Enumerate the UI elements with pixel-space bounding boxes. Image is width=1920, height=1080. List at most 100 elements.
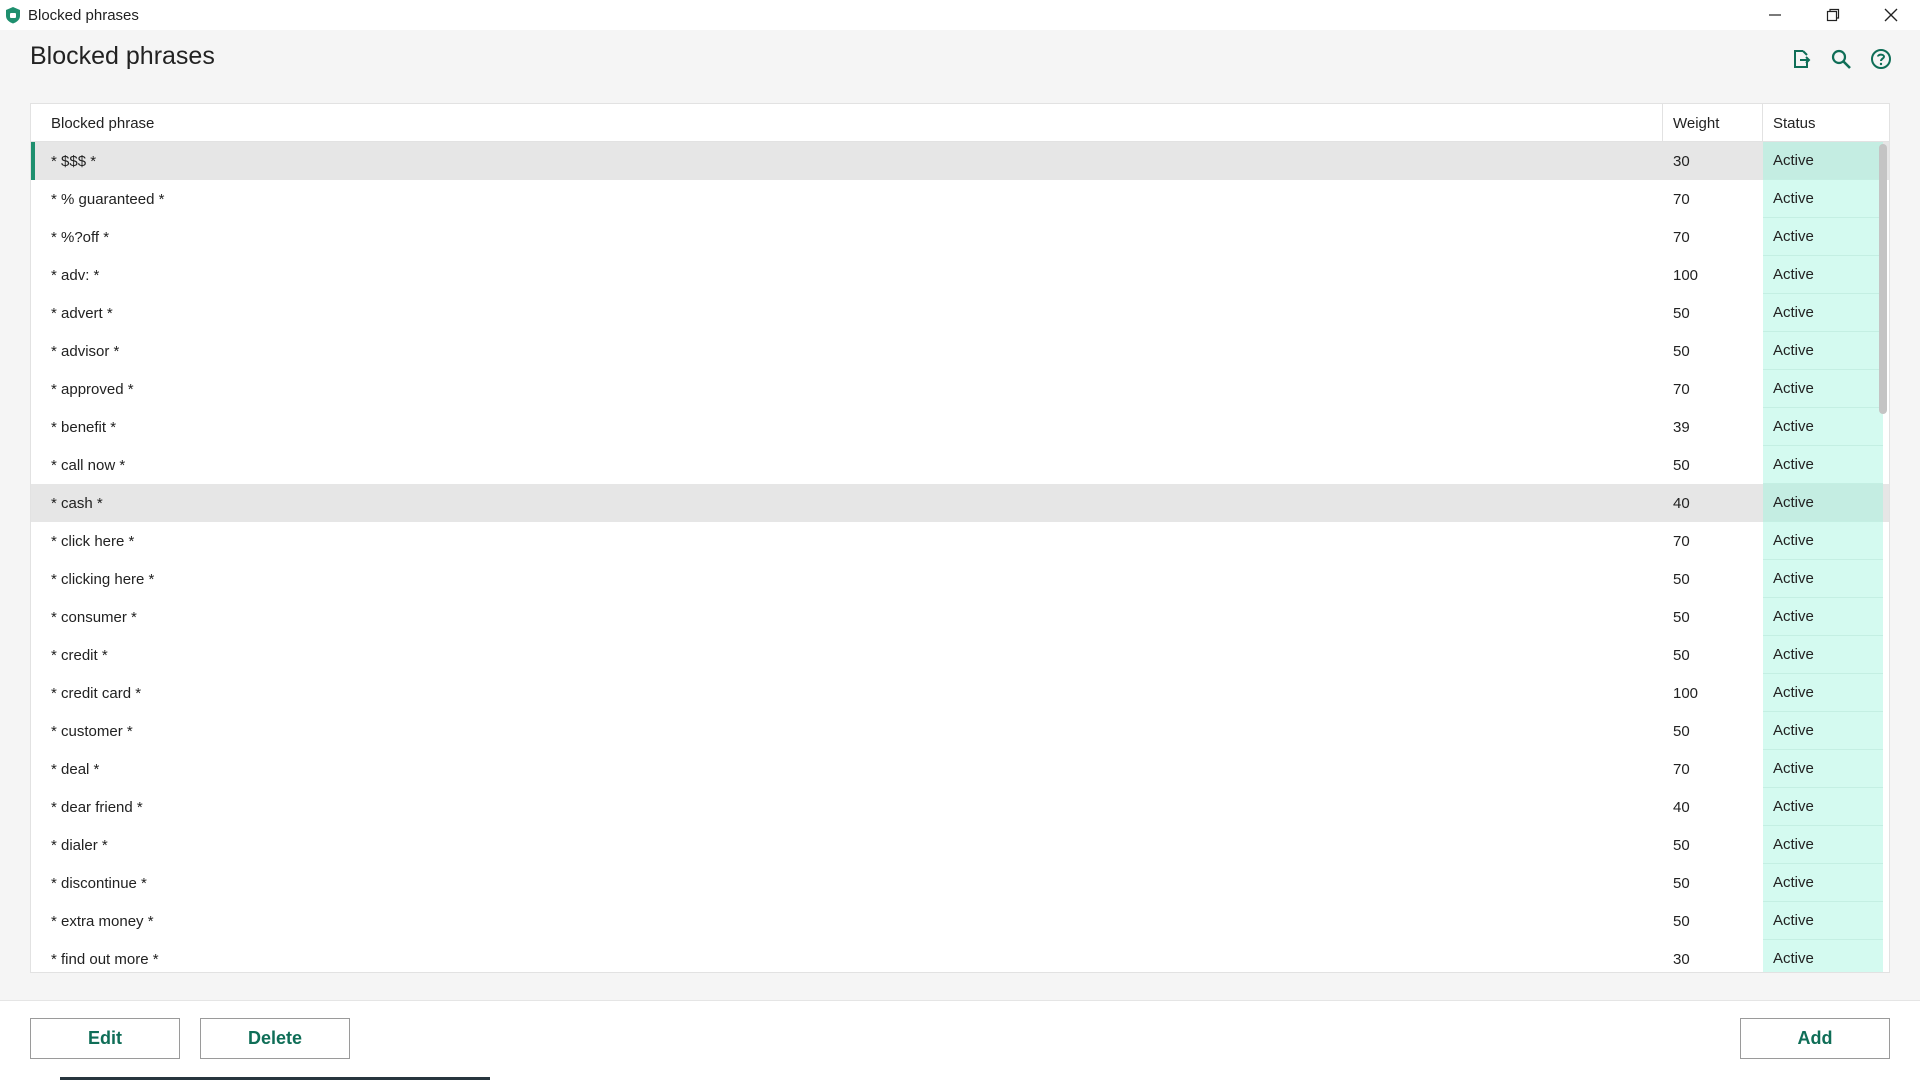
table-row[interactable]: * consumer * 50 Active [31, 598, 1889, 636]
page-title: Blocked phrases [30, 42, 215, 70]
search-icon [1831, 49, 1851, 69]
search-button[interactable] [1828, 46, 1854, 72]
cell-status: Active [1763, 484, 1883, 522]
cell-status: Active [1763, 712, 1883, 750]
cell-status: Active [1763, 788, 1883, 826]
cell-status: Active [1763, 598, 1883, 636]
window-title: Blocked phrases [28, 6, 139, 24]
cell-status: Active [1763, 142, 1883, 180]
cell-weight: 50 [1673, 722, 1690, 740]
vertical-scrollbar[interactable] [1879, 144, 1887, 414]
cell-phrase: * % guaranteed * [51, 190, 165, 208]
shield-icon [4, 5, 22, 25]
help-button[interactable] [1868, 46, 1894, 72]
cell-status: Active [1763, 180, 1883, 218]
cell-weight: 50 [1673, 836, 1690, 854]
table-row[interactable]: * deal * 70 Active [31, 750, 1889, 788]
cell-status: Active [1763, 446, 1883, 484]
table-row[interactable]: * advert * 50 Active [31, 294, 1889, 332]
cell-phrase: * credit * [51, 646, 108, 664]
title-bar: Blocked phrases [0, 0, 1920, 30]
cell-weight: 30 [1673, 950, 1690, 968]
table-row[interactable]: * call now * 50 Active [31, 446, 1889, 484]
cell-phrase: * advert * [51, 304, 113, 322]
cell-weight: 39 [1673, 418, 1690, 436]
footer-divider [0, 1000, 1920, 1001]
cell-weight: 70 [1673, 532, 1690, 550]
cell-status: Active [1763, 940, 1883, 972]
export-icon [1794, 50, 1811, 68]
cell-weight: 70 [1673, 380, 1690, 398]
table-row[interactable]: * credit card * 100 Active [31, 674, 1889, 712]
cell-weight: 50 [1673, 646, 1690, 664]
cell-phrase: * clicking here * [51, 570, 155, 588]
table-row[interactable]: * %?off * 70 Active [31, 218, 1889, 256]
cell-phrase: * deal * [51, 760, 100, 778]
cell-status: Active [1763, 218, 1883, 256]
cell-phrase: * cash * [51, 494, 103, 512]
delete-button[interactable]: Delete [200, 1018, 350, 1059]
cell-status: Active [1763, 294, 1883, 332]
cell-phrase: * dear friend * [51, 798, 143, 816]
table-row[interactable]: * find out more * 30 Active [31, 940, 1889, 972]
cell-weight: 70 [1673, 190, 1690, 208]
cell-weight: 50 [1673, 342, 1690, 360]
cell-weight: 50 [1673, 570, 1690, 588]
cell-phrase: * %?off * [51, 228, 110, 246]
column-header-weight[interactable]: Weight [1663, 104, 1763, 142]
cell-phrase: * advisor * [51, 342, 120, 360]
minimize-button[interactable] [1746, 0, 1804, 30]
cell-status: Active [1763, 560, 1883, 598]
table-body: * $$$ * 30 Active * % guaranteed * 70 Active *… [31, 142, 1889, 972]
table-row[interactable]: * cash * 40 Active [31, 484, 1889, 522]
cell-phrase: * find out more * [51, 950, 159, 968]
cell-weight: 30 [1673, 152, 1690, 170]
cell-phrase: * discontinue * [51, 874, 147, 892]
table-row[interactable]: * dialer * 50 Active [31, 826, 1889, 864]
export-button[interactable] [1788, 46, 1814, 72]
cell-phrase: * benefit * [51, 418, 117, 436]
cell-status: Active [1763, 256, 1883, 294]
edit-button[interactable]: Edit [30, 1018, 180, 1059]
cell-status: Active [1763, 674, 1883, 712]
table-row[interactable]: * adv: * 100 Active [31, 256, 1889, 294]
help-icon [1871, 49, 1891, 69]
cell-weight: 50 [1673, 304, 1690, 322]
cell-weight: 40 [1673, 494, 1690, 512]
cell-status: Active [1763, 864, 1883, 902]
add-button[interactable]: Add [1740, 1018, 1890, 1059]
table-row[interactable]: * % guaranteed * 70 Active [31, 180, 1889, 218]
cell-phrase: * customer * [51, 722, 133, 740]
table-row[interactable]: * extra money * 50 Active [31, 902, 1889, 940]
table-row[interactable]: * discontinue * 50 Active [31, 864, 1889, 902]
cell-weight: 50 [1673, 874, 1690, 892]
cell-status: Active [1763, 636, 1883, 674]
table-row[interactable]: * advisor * 50 Active [31, 332, 1889, 370]
table-row[interactable]: * clicking here * 50 Active [31, 560, 1889, 598]
cell-status: Active [1763, 370, 1883, 408]
close-button[interactable] [1862, 0, 1920, 30]
cell-phrase: * dialer * [51, 836, 108, 854]
minimize-icon [1769, 14, 1781, 16]
cell-status: Active [1763, 750, 1883, 788]
table-row[interactable]: * dear friend * 40 Active [31, 788, 1889, 826]
cell-weight: 50 [1673, 608, 1690, 626]
table-row[interactable]: * approved * 70 Active [31, 370, 1889, 408]
table-row[interactable]: * credit * 50 Active [31, 636, 1889, 674]
cell-status: Active [1763, 408, 1883, 446]
column-header-status[interactable]: Status [1763, 104, 1883, 142]
cell-phrase: * consumer * [51, 608, 137, 626]
table-row[interactable]: * click here * 70 Active [31, 522, 1889, 560]
cell-weight: 70 [1673, 228, 1690, 246]
table-row[interactable]: * benefit * 39 Active [31, 408, 1889, 446]
table-row[interactable]: * customer * 50 Active [31, 712, 1889, 750]
cell-status: Active [1763, 522, 1883, 560]
cell-weight: 50 [1673, 912, 1690, 930]
cell-phrase: * extra money * [51, 912, 154, 930]
restore-button[interactable] [1804, 0, 1862, 30]
cell-weight: 100 [1673, 684, 1699, 702]
column-header-phrase[interactable]: Blocked phrase [31, 104, 1663, 142]
table-row[interactable]: * $$$ * 30 Active [31, 142, 1889, 180]
page-content: Blocked phrases Blocked phrase Weight St… [0, 30, 1920, 1000]
cell-weight: 100 [1673, 266, 1699, 284]
